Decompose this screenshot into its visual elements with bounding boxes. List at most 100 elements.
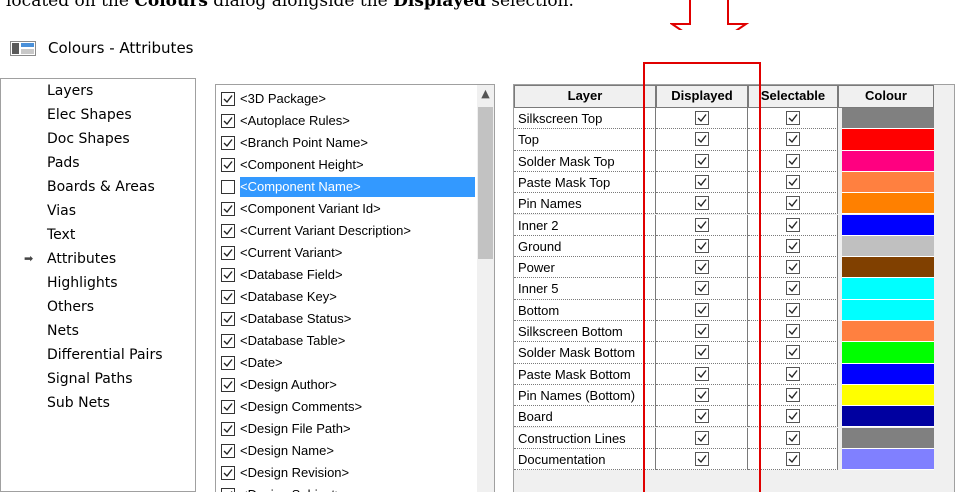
attribute-list-item[interactable]: <Component Height>	[221, 155, 475, 177]
attribute-list-item[interactable]: <Design Comments>	[221, 397, 475, 419]
attribute-checkbox[interactable]	[221, 466, 235, 480]
displayed-checkbox[interactable]	[694, 409, 709, 424]
displayed-checkbox[interactable]	[694, 324, 709, 338]
selectable-checkbox[interactable]	[785, 132, 800, 147]
colour-swatch[interactable]	[842, 150, 934, 172]
attribute-checkbox[interactable]	[221, 378, 235, 392]
column-header-displayed[interactable]: Displayed	[656, 85, 748, 108]
colour-swatch[interactable]	[842, 129, 934, 151]
attribute-list-item[interactable]: <Autoplace Rules>	[221, 111, 475, 133]
attribute-list-item[interactable]: <Database Field>	[221, 265, 475, 287]
layer-name-cell[interactable]: Pin Names (Bottom)	[514, 384, 656, 407]
displayed-checkbox[interactable]	[694, 430, 709, 445]
attribute-list-item[interactable]: <3D Package>	[221, 89, 475, 111]
selectable-checkbox[interactable]	[785, 281, 800, 296]
colour-swatch[interactable]	[842, 384, 934, 407]
selectable-checkbox[interactable]	[785, 238, 800, 253]
attribute-checkbox[interactable]	[221, 290, 235, 304]
selectable-checkbox[interactable]	[785, 366, 800, 381]
nav-item-differential-pairs[interactable]: Differential Pairs	[47, 343, 163, 367]
layer-name-cell[interactable]: Solder Mask Top	[514, 150, 656, 172]
attribute-checkbox[interactable]	[221, 136, 235, 150]
nav-item-layers[interactable]: Layers	[47, 79, 93, 103]
selectable-checkbox[interactable]	[785, 387, 800, 402]
colour-swatch[interactable]	[842, 342, 934, 364]
layer-name-cell[interactable]: Construction Lines	[514, 427, 656, 449]
layer-name-cell[interactable]: Silkscreen Bottom	[514, 321, 656, 343]
selectable-checkbox[interactable]	[785, 153, 800, 168]
attribute-list-item[interactable]: <Design Name>	[221, 441, 475, 463]
attribute-checkbox[interactable]	[221, 400, 235, 414]
displayed-checkbox[interactable]	[694, 281, 709, 296]
nav-item-signal-paths[interactable]: Signal Paths	[47, 367, 133, 391]
displayed-checkbox[interactable]	[694, 366, 709, 381]
attribute-scrollbar[interactable]: ▲	[477, 85, 494, 492]
nav-item-nets[interactable]: Nets	[47, 319, 79, 343]
colour-swatch[interactable]	[842, 171, 934, 194]
colour-swatch[interactable]	[842, 321, 934, 343]
colour-swatch[interactable]	[842, 406, 934, 428]
selectable-checkbox[interactable]	[785, 302, 800, 317]
selectable-checkbox[interactable]	[785, 451, 800, 466]
attribute-checkbox[interactable]	[221, 158, 235, 172]
displayed-checkbox[interactable]	[694, 387, 709, 402]
nav-item-boards-areas[interactable]: Boards & Areas	[47, 175, 155, 199]
selectable-checkbox[interactable]	[785, 430, 800, 445]
column-header-selectable[interactable]: Selectable	[748, 85, 838, 108]
colour-swatch[interactable]	[842, 235, 934, 258]
displayed-checkbox[interactable]	[694, 132, 709, 147]
attribute-list-item[interactable]: <Database Table>	[221, 331, 475, 353]
nav-item-sub-nets[interactable]: Sub Nets	[47, 391, 110, 415]
colour-swatch[interactable]	[842, 363, 934, 385]
layer-name-cell[interactable]: Power	[514, 257, 656, 279]
attribute-checkbox[interactable]	[221, 246, 235, 260]
nav-item-vias[interactable]: Vias	[47, 199, 76, 223]
colour-swatch[interactable]	[842, 193, 934, 215]
attribute-list-item[interactable]: <Design Author>	[221, 375, 475, 397]
attribute-list-item[interactable]: <Design Subject>	[221, 485, 475, 492]
attribute-checkbox[interactable]	[221, 312, 235, 326]
attribute-checkbox[interactable]	[221, 92, 235, 106]
nav-item-doc-shapes[interactable]: Doc Shapes	[47, 127, 130, 151]
attribute-checkbox[interactable]	[221, 268, 235, 282]
attribute-list-item[interactable]: <Current Variant>	[221, 243, 475, 265]
attribute-list-item[interactable]: <Component Name>	[221, 177, 475, 199]
displayed-checkbox[interactable]	[694, 174, 709, 189]
attribute-list-item[interactable]: <Branch Point Name>	[221, 133, 475, 155]
selectable-checkbox[interactable]	[785, 345, 800, 360]
layer-name-cell[interactable]: Silkscreen Top	[514, 108, 656, 130]
attribute-checkbox[interactable]	[221, 202, 235, 216]
attribute-list-item[interactable]: <Current Variant Description>	[221, 221, 475, 243]
colour-swatch[interactable]	[842, 299, 934, 321]
layer-name-cell[interactable]: Bottom	[514, 299, 656, 321]
selectable-checkbox[interactable]	[785, 174, 800, 189]
attribute-list-item[interactable]: <Database Key>	[221, 287, 475, 309]
column-header-colour[interactable]: Colour	[838, 85, 934, 108]
attribute-checkbox[interactable]	[221, 114, 235, 128]
attribute-checkbox[interactable]	[221, 334, 235, 348]
selectable-checkbox[interactable]	[785, 409, 800, 424]
selectable-checkbox[interactable]	[785, 260, 800, 275]
scroll-up-icon[interactable]: ▲	[477, 85, 494, 102]
attribute-checkbox[interactable]	[221, 488, 235, 492]
layer-name-cell[interactable]: Top	[514, 129, 656, 151]
layer-name-cell[interactable]: Ground	[514, 235, 656, 258]
attribute-list-item[interactable]: <Design Revision>	[221, 463, 475, 485]
layer-name-cell[interactable]: Pin Names	[514, 193, 656, 215]
attribute-checkbox[interactable]	[221, 422, 235, 436]
nav-item-text[interactable]: Text	[47, 223, 75, 247]
nav-item-highlights[interactable]: Highlights	[47, 271, 118, 295]
layer-name-cell[interactable]: Paste Mask Bottom	[514, 363, 656, 385]
selectable-checkbox[interactable]	[785, 196, 800, 211]
displayed-checkbox[interactable]	[694, 260, 709, 275]
layer-name-cell[interactable]: Paste Mask Top	[514, 171, 656, 194]
displayed-checkbox[interactable]	[694, 345, 709, 360]
attribute-checkbox[interactable]	[221, 444, 235, 458]
displayed-checkbox[interactable]	[694, 111, 709, 125]
nav-item-pads[interactable]: Pads	[47, 151, 80, 175]
colour-swatch[interactable]	[842, 427, 934, 449]
colour-swatch[interactable]	[842, 257, 934, 279]
nav-item-elec-shapes[interactable]: Elec Shapes	[47, 103, 132, 127]
colour-swatch[interactable]	[842, 278, 934, 300]
selectable-checkbox[interactable]	[785, 217, 800, 232]
